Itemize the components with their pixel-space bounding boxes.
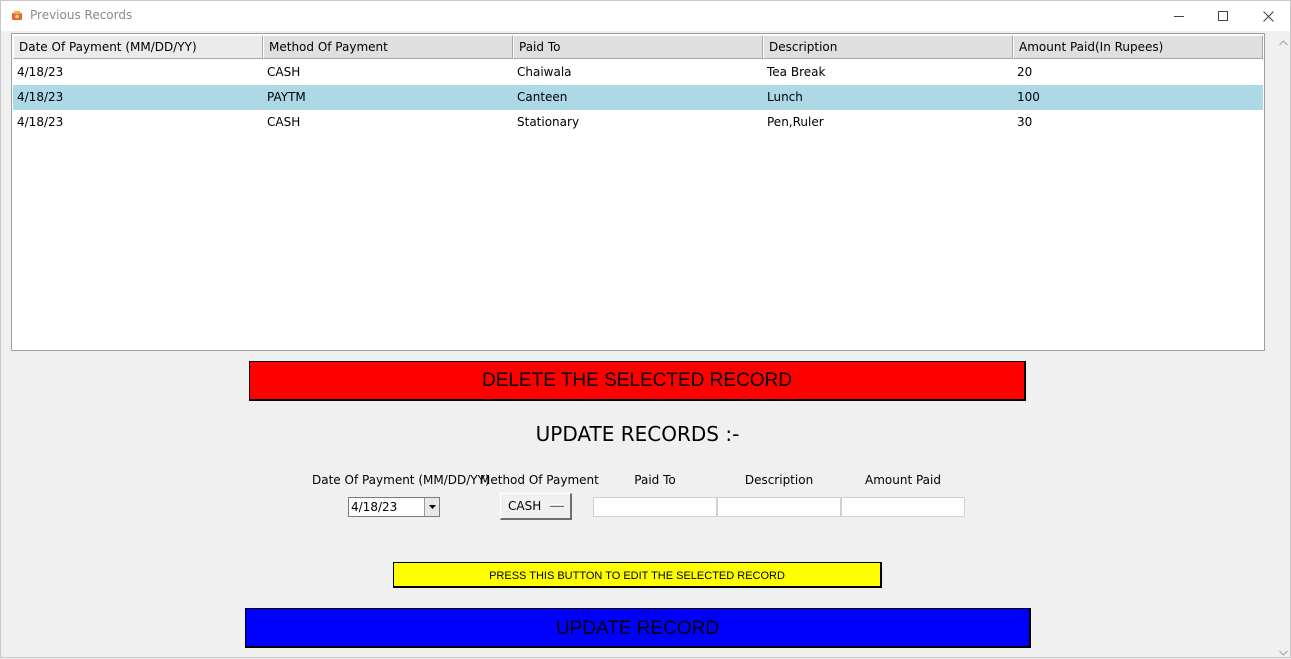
cell-method: CASH <box>267 115 301 129</box>
table-row[interactable]: 4/18/23 CASH Chaiwala Tea Break 20 <box>13 60 1263 85</box>
chevron-down-icon[interactable] <box>424 498 439 516</box>
cell-method: CASH <box>267 65 301 79</box>
minimize-button[interactable] <box>1156 1 1202 31</box>
amount-input[interactable] <box>841 497 965 517</box>
cell-amount: 20 <box>1017 65 1033 79</box>
date-picker-value: 4/18/23 <box>351 500 398 514</box>
cell-amount: 100 <box>1017 90 1040 104</box>
cell-description: Pen,Ruler <box>767 115 824 129</box>
cell-description: Lunch <box>767 90 803 104</box>
cell-amount: 30 <box>1017 115 1033 129</box>
scroll-up-icon[interactable] <box>1279 35 1288 49</box>
maximize-button[interactable] <box>1200 1 1246 31</box>
cell-date: 4/18/23 <box>17 115 64 129</box>
records-table[interactable]: Date Of Payment (MM/DD/YY) Method Of Pay… <box>11 33 1265 351</box>
table-header: Date Of Payment (MM/DD/YY) Method Of Pay… <box>13 35 1263 59</box>
cell-date: 4/18/23 <box>17 90 64 104</box>
delete-record-button[interactable]: DELETE THE SELECTED RECORD <box>249 361 1026 401</box>
title-bar[interactable]: Previous Records <box>1 1 1290 31</box>
close-icon <box>1262 10 1274 22</box>
method-dropdown-value: CASH <box>508 499 542 513</box>
cell-paid-to: Chaiwala <box>517 65 572 79</box>
update-section-title: UPDATE RECORDS :- <box>535 422 740 446</box>
method-label: Method Of Payment <box>480 473 599 487</box>
edit-record-button[interactable]: PRESS THIS BUTTON TO EDIT THE SELECTED R… <box>393 562 882 588</box>
paid-to-input[interactable] <box>593 497 717 517</box>
table-row[interactable]: 4/18/23 CASH Stationary Pen,Ruler 30 <box>13 110 1263 135</box>
column-header-amount[interactable]: Amount Paid(In Rupees) <box>1013 35 1263 59</box>
column-header-date[interactable]: Date Of Payment (MM/DD/YY) <box>13 35 263 59</box>
column-header-paid-to[interactable]: Paid To <box>513 35 763 59</box>
amount-label: Amount Paid <box>865 473 941 487</box>
table-body: 4/18/23 CASH Chaiwala Tea Break 20 4/18/… <box>13 60 1263 135</box>
cell-paid-to: Stationary <box>517 115 580 129</box>
cell-method: PAYTM <box>267 90 306 104</box>
description-label: Description <box>744 473 814 487</box>
minimize-icon <box>1173 11 1185 22</box>
cell-paid-to: Canteen <box>517 90 568 104</box>
date-picker[interactable]: 4/18/23 <box>348 497 440 517</box>
app-icon <box>11 10 23 22</box>
vertical-scrollbar[interactable] <box>1275 33 1291 659</box>
close-button[interactable] <box>1245 1 1291 31</box>
table-row-selected[interactable]: 4/18/23 PAYTM Canteen Lunch 100 <box>13 85 1263 110</box>
window-title: Previous Records <box>30 8 133 22</box>
paid-to-label: Paid To <box>634 473 676 487</box>
option-menu-indicator-icon <box>550 504 564 507</box>
description-input[interactable] <box>717 497 841 517</box>
cell-date: 4/18/23 <box>17 65 64 79</box>
cell-description: Tea Break <box>767 65 826 79</box>
column-header-description[interactable]: Description <box>763 35 1013 59</box>
update-record-button[interactable]: UPDATE RECORD <box>245 608 1031 648</box>
maximize-icon <box>1217 10 1229 22</box>
scroll-down-icon[interactable] <box>1279 645 1288 659</box>
date-label: Date Of Payment (MM/DD/YY) <box>312 473 490 487</box>
column-header-method[interactable]: Method Of Payment <box>263 35 513 59</box>
app-window: Previous Records Date Of Payment (MM/DD/… <box>0 0 1291 658</box>
method-dropdown[interactable]: CASH <box>500 493 572 520</box>
